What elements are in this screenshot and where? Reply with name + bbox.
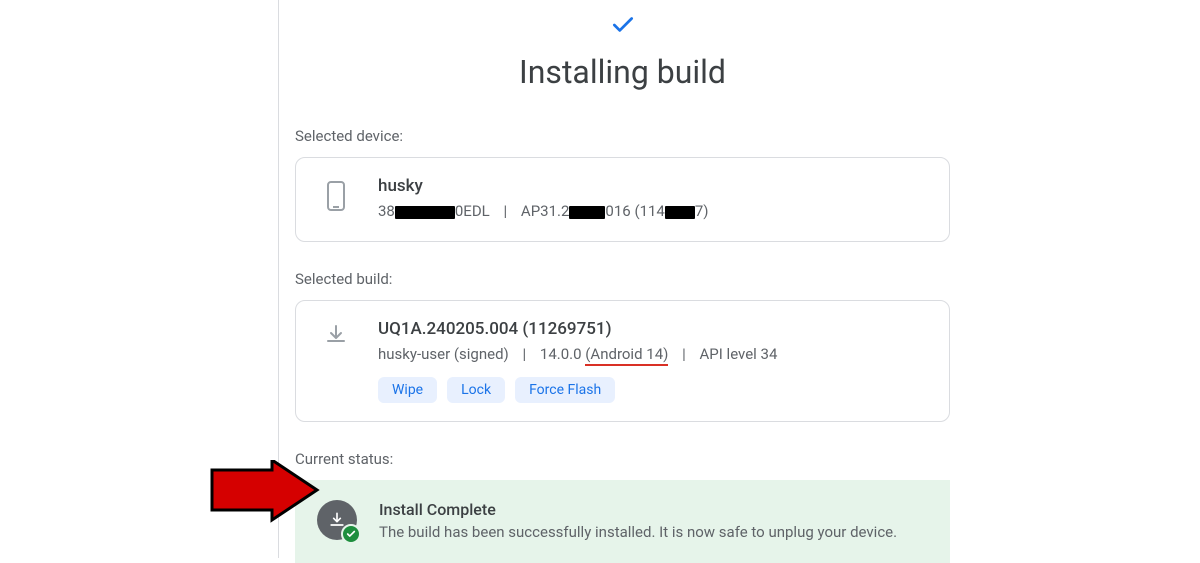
status-section-label: Current status: [295, 450, 950, 468]
separator: | [682, 345, 686, 363]
device-build-mid: 016 [605, 202, 630, 220]
device-details: 38 0EDL | AP31.2 016 (114 7) [378, 200, 929, 223]
device-card: husky 38 0EDL | AP31.2 016 (114 7) [295, 157, 950, 242]
status-message: The build has been successfully installe… [379, 522, 897, 543]
status-box: Install Complete The build has been succ… [295, 480, 950, 563]
main-content: Installing build Selected device: husky … [295, 0, 950, 563]
device-name: husky [378, 176, 929, 196]
chip-wipe[interactable]: Wipe [378, 377, 437, 403]
check-icon [610, 12, 636, 45]
device-paren-suffix: 7) [695, 202, 709, 220]
redacted [665, 206, 695, 219]
redacted [569, 206, 605, 219]
api-level: API level 34 [700, 345, 778, 363]
build-section-label: Selected build: [295, 270, 950, 288]
separator: | [504, 202, 508, 220]
success-badge-icon [341, 524, 361, 544]
status-title: Install Complete [379, 500, 897, 519]
device-paren-prefix: (114 [634, 202, 664, 220]
android-version: (Android 14) [585, 345, 668, 366]
device-section-label: Selected device: [295, 127, 950, 145]
chip-force-flash[interactable]: Force Flash [515, 377, 615, 403]
device-card-body: husky 38 0EDL | AP31.2 016 (114 7) [378, 176, 929, 223]
build-chips: Wipe Lock Force Flash [378, 377, 929, 403]
redacted [395, 206, 455, 219]
build-version: 14.0.0 [540, 345, 582, 363]
phone-icon [316, 176, 356, 212]
build-details: husky-user (signed) | 14.0.0 (Android 14… [378, 343, 929, 366]
separator: | [523, 345, 527, 363]
chip-lock[interactable]: Lock [447, 377, 505, 403]
header: Installing build [295, 0, 950, 91]
status-body: Install Complete The build has been succ… [379, 500, 897, 543]
device-build-prefix: AP31.2 [521, 202, 570, 220]
left-divider [278, 0, 279, 558]
page-title: Installing build [295, 53, 950, 91]
build-card-body: UQ1A.240205.004 (11269751) husky-user (s… [378, 319, 929, 404]
device-serial-suffix: 0EDL [455, 202, 490, 220]
status-icon [317, 500, 357, 540]
build-id: UQ1A.240205.004 (11269751) [378, 319, 929, 339]
build-card: UQ1A.240205.004 (11269751) husky-user (s… [295, 300, 950, 423]
download-icon [316, 319, 356, 347]
device-serial-prefix: 38 [378, 202, 395, 220]
build-variant: husky-user (signed) [378, 345, 509, 363]
